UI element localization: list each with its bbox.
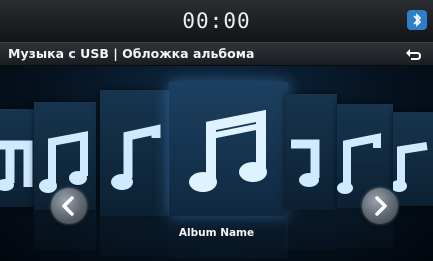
previous-album-button[interactable] [51,188,87,224]
album-cover-far-left[interactable] [0,109,34,207]
bluetooth-icon [407,10,427,30]
head-unit-screen: 00:00 Музыка с USB | Обложка альбома Alb… [0,0,433,261]
album-name: Album Name [178,227,255,239]
music-note-icon [189,109,267,192]
album-cover-current[interactable] [169,82,288,216]
music-note-icon [0,140,33,191]
next-album-button[interactable] [362,188,398,224]
chevron-right-icon [375,196,387,216]
back-arrow-icon[interactable] [405,46,423,62]
music-note-icon [111,124,161,190]
page-title: Музыка с USB | Обложка альбома [8,46,255,61]
clock: 00:00 [182,9,251,33]
music-note-icon [391,142,428,192]
album-cover-right-1[interactable] [285,94,337,210]
status-bar: 00:00 [0,0,433,42]
album-cover-left-1[interactable] [100,90,170,216]
title-bar: Музыка с USB | Обложка альбома [0,42,433,66]
chevron-left-icon [62,196,74,216]
music-note-icon [291,139,320,187]
album-cover-far-right[interactable] [391,112,433,206]
